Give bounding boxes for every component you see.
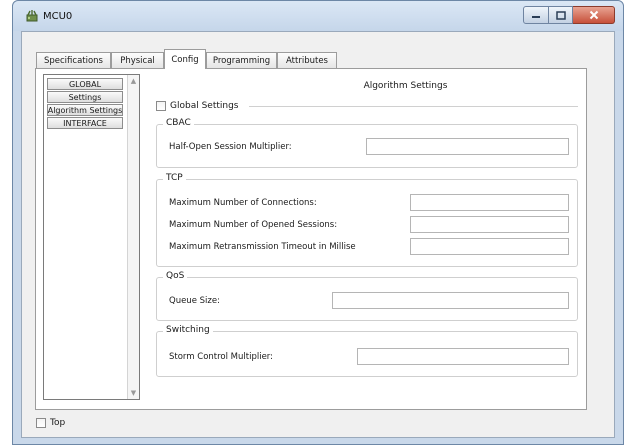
max-sessions-row: Maximum Number of Opened Sessions:	[169, 216, 569, 233]
switching-group: Switching Storm Control Multiplier:	[156, 325, 578, 377]
scroll-up-icon[interactable]: ▲	[128, 75, 139, 87]
qos-title: QoS	[163, 271, 188, 281]
global-settings-checkbox[interactable]	[156, 101, 166, 111]
tab-attributes[interactable]: Attributes	[277, 52, 337, 68]
switching-title: Switching	[163, 325, 213, 335]
queue-size-input[interactable]	[332, 292, 569, 309]
title-bar[interactable]: MCU0	[13, 1, 623, 31]
window-client-area: Specifications Physical Config Programmi…	[21, 31, 615, 438]
device-icon	[26, 10, 38, 22]
sidebar-list: GLOBAL Settings Algorithm Settings INTER…	[47, 78, 123, 130]
cbac-title: CBAC	[163, 118, 194, 128]
close-icon	[589, 10, 598, 20]
top-row: Top	[36, 418, 65, 428]
page-title: Algorithm Settings	[363, 81, 448, 91]
tab-specifications[interactable]: Specifications	[36, 52, 111, 68]
minimize-icon	[532, 16, 540, 18]
tcp-group: TCP Maximum Number of Connections: Maxim…	[156, 173, 578, 267]
half-open-input[interactable]	[366, 138, 569, 155]
queue-size-row: Queue Size:	[169, 292, 569, 309]
max-sessions-input[interactable]	[410, 216, 569, 233]
tcp-title: TCP	[163, 173, 186, 183]
tab-config[interactable]: Config	[164, 49, 206, 69]
storm-control-label: Storm Control Multiplier:	[169, 352, 274, 362]
cbac-group: CBAC Half-Open Session Multiplier:	[156, 118, 578, 168]
sidebar-item-global[interactable]: GLOBAL	[47, 78, 123, 90]
tab-programming[interactable]: Programming	[206, 52, 277, 68]
global-settings-row: Global Settings	[156, 101, 238, 111]
sidebar-item-algorithm-settings[interactable]: Algorithm Settings	[47, 104, 123, 116]
max-connections-input[interactable]	[410, 194, 569, 211]
minimize-button[interactable]	[523, 6, 549, 24]
scroll-down-icon[interactable]: ▼	[128, 387, 139, 399]
max-sessions-label: Maximum Number of Opened Sessions:	[169, 220, 338, 230]
qos-group: QoS Queue Size:	[156, 271, 578, 321]
maximize-icon	[555, 10, 566, 20]
max-retrans-label: Maximum Retransmission Timeout in Millis…	[169, 242, 356, 252]
window-title: MCU0	[43, 11, 73, 22]
global-settings-label: Global Settings	[170, 101, 239, 111]
max-retrans-row: Maximum Retransmission Timeout in Millis…	[169, 238, 569, 255]
queue-size-label: Queue Size:	[169, 296, 220, 306]
top-checkbox[interactable]	[36, 418, 46, 428]
half-open-row: Half-Open Session Multiplier:	[169, 138, 569, 155]
window-controls	[523, 6, 615, 24]
max-retrans-input[interactable]	[410, 238, 569, 255]
global-settings-divider	[249, 106, 578, 107]
top-label: Top	[50, 418, 66, 428]
storm-control-input[interactable]	[357, 348, 569, 365]
device-window: MCU0 Specifications Physical Config Prog…	[12, 0, 624, 445]
storm-control-row: Storm Control Multiplier:	[169, 348, 569, 365]
close-button[interactable]	[573, 6, 615, 24]
config-panel: GLOBAL Settings Algorithm Settings INTER…	[35, 68, 587, 410]
sidebar-item-interface[interactable]: INTERFACE	[47, 117, 123, 129]
tab-physical[interactable]: Physical	[111, 52, 164, 68]
max-connections-label: Maximum Number of Connections:	[169, 198, 317, 208]
sidebar: GLOBAL Settings Algorithm Settings INTER…	[43, 74, 140, 400]
max-connections-row: Maximum Number of Connections:	[169, 194, 569, 211]
half-open-label: Half-Open Session Multiplier:	[169, 142, 292, 152]
maximize-button[interactable]	[549, 6, 573, 24]
sidebar-scrollbar[interactable]: ▲ ▼	[127, 75, 139, 399]
sidebar-item-settings[interactable]: Settings	[47, 91, 123, 103]
settings-content: Algorithm Settings Global Settings CBAC …	[153, 69, 578, 409]
